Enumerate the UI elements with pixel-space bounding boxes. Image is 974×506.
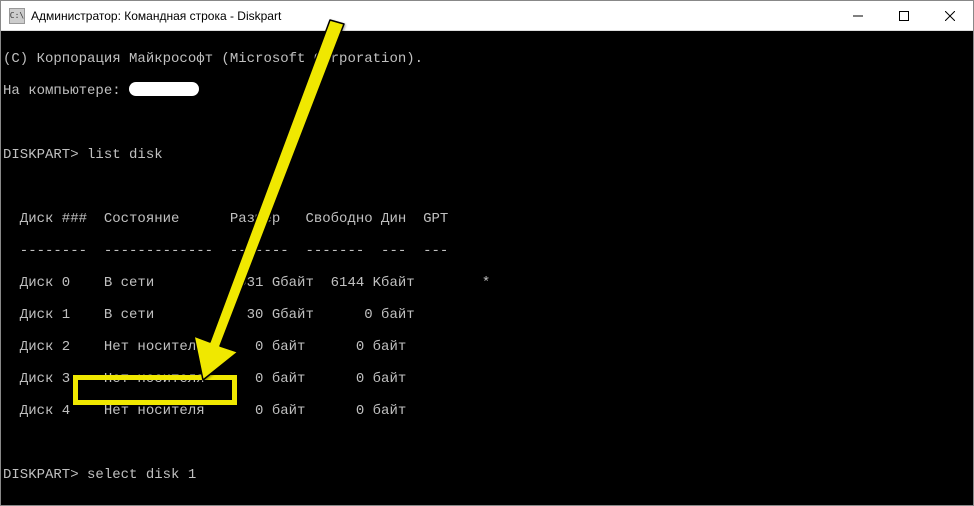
table-row: Диск 2 Нет носителя 0 байт 0 байт — [3, 339, 971, 355]
on-computer-line: На компьютере: — [3, 83, 971, 99]
prompt-line-1: DISKPART> list disk — [3, 147, 971, 163]
titlebar-controls — [835, 1, 973, 30]
blank-line — [3, 115, 971, 131]
titlebar[interactable]: C:\ Администратор: Командная строка - Di… — [1, 1, 973, 31]
cmd-select-disk: select disk 1 — [79, 467, 197, 483]
table-header: Диск ### Состояние Размер Свободно Дин G… — [3, 211, 971, 227]
app-icon: C:\ — [9, 8, 25, 24]
diskpart-prompt: DISKPART> — [3, 467, 79, 483]
on-computer-label: На компьютере: — [3, 83, 129, 99]
cmd-list-disk: list disk — [79, 147, 163, 163]
window-frame: C:\ Администратор: Командная строка - Di… — [0, 0, 974, 506]
minimize-button[interactable] — [835, 1, 881, 30]
table-divider: -------- ------------- ------- ------- -… — [3, 243, 971, 259]
table-row: Диск 0 В сети 931 Gбайт 6144 Kбайт * — [3, 275, 971, 291]
redacted-hostname — [129, 82, 199, 96]
table-row: Диск 1 В сети 30 Gбайт 0 байт — [3, 307, 971, 323]
maximize-button[interactable] — [881, 1, 927, 30]
close-button[interactable] — [927, 1, 973, 30]
diskpart-prompt: DISKPART> — [3, 147, 79, 163]
prompt-line-2: DISKPART> select disk 1 — [3, 467, 971, 483]
blank-line — [3, 499, 971, 505]
window-title: Администратор: Командная строка - Diskpa… — [31, 9, 835, 23]
table-row: Диск 4 Нет носителя 0 байт 0 байт — [3, 403, 971, 419]
blank-line — [3, 435, 971, 451]
blank-line — [3, 179, 971, 195]
copyright-line: (C) Корпорация Майкрософт (Microsoft Cor… — [3, 51, 971, 67]
terminal-area[interactable]: (C) Корпорация Майкрософт (Microsoft Cor… — [1, 31, 973, 505]
table-row: Диск 3 Нет носителя 0 байт 0 байт — [3, 371, 971, 387]
